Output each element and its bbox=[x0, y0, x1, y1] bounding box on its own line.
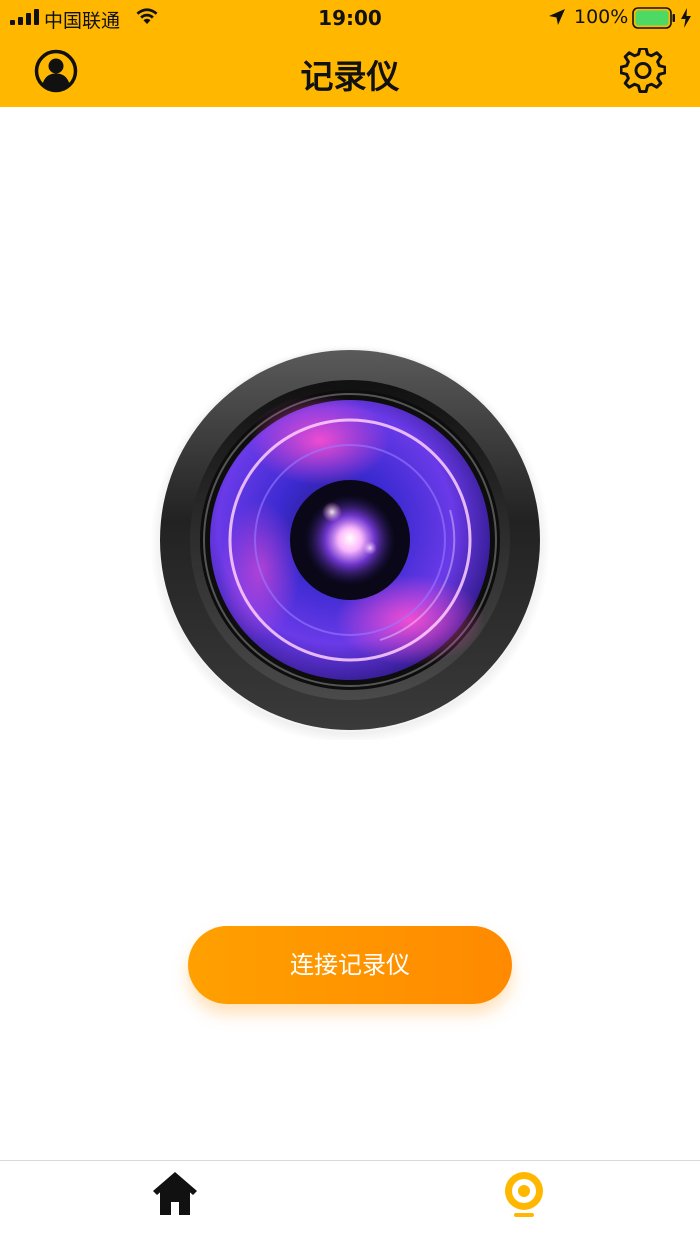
status-bar: 中国联通 19:00 100% bbox=[0, 0, 700, 36]
header: 中国联通 19:00 100% 记录仪 bbox=[0, 0, 700, 107]
battery-percent: 100% bbox=[574, 6, 629, 28]
battery-icon bbox=[632, 7, 675, 29]
signal-icon bbox=[10, 9, 39, 25]
tab-bar bbox=[0, 1160, 700, 1244]
home-icon[interactable] bbox=[150, 1169, 200, 1219]
nav-bar: 记录仪 bbox=[0, 36, 700, 107]
wifi-icon bbox=[136, 8, 158, 24]
connect-recorder-button[interactable]: 连接记录仪 bbox=[188, 926, 512, 1004]
profile-icon[interactable] bbox=[34, 49, 78, 93]
app-screen: 中国联通 19:00 100% 记录仪 连接记录仪 bbox=[0, 0, 700, 1244]
camera-lens-image bbox=[150, 340, 550, 744]
gear-icon[interactable] bbox=[620, 48, 666, 94]
recorder-icon[interactable] bbox=[502, 1169, 546, 1219]
page-title: 记录仪 bbox=[300, 57, 400, 96]
carrier-name: 中国联通 bbox=[44, 10, 121, 32]
charging-icon bbox=[681, 8, 691, 28]
location-icon bbox=[549, 9, 565, 25]
